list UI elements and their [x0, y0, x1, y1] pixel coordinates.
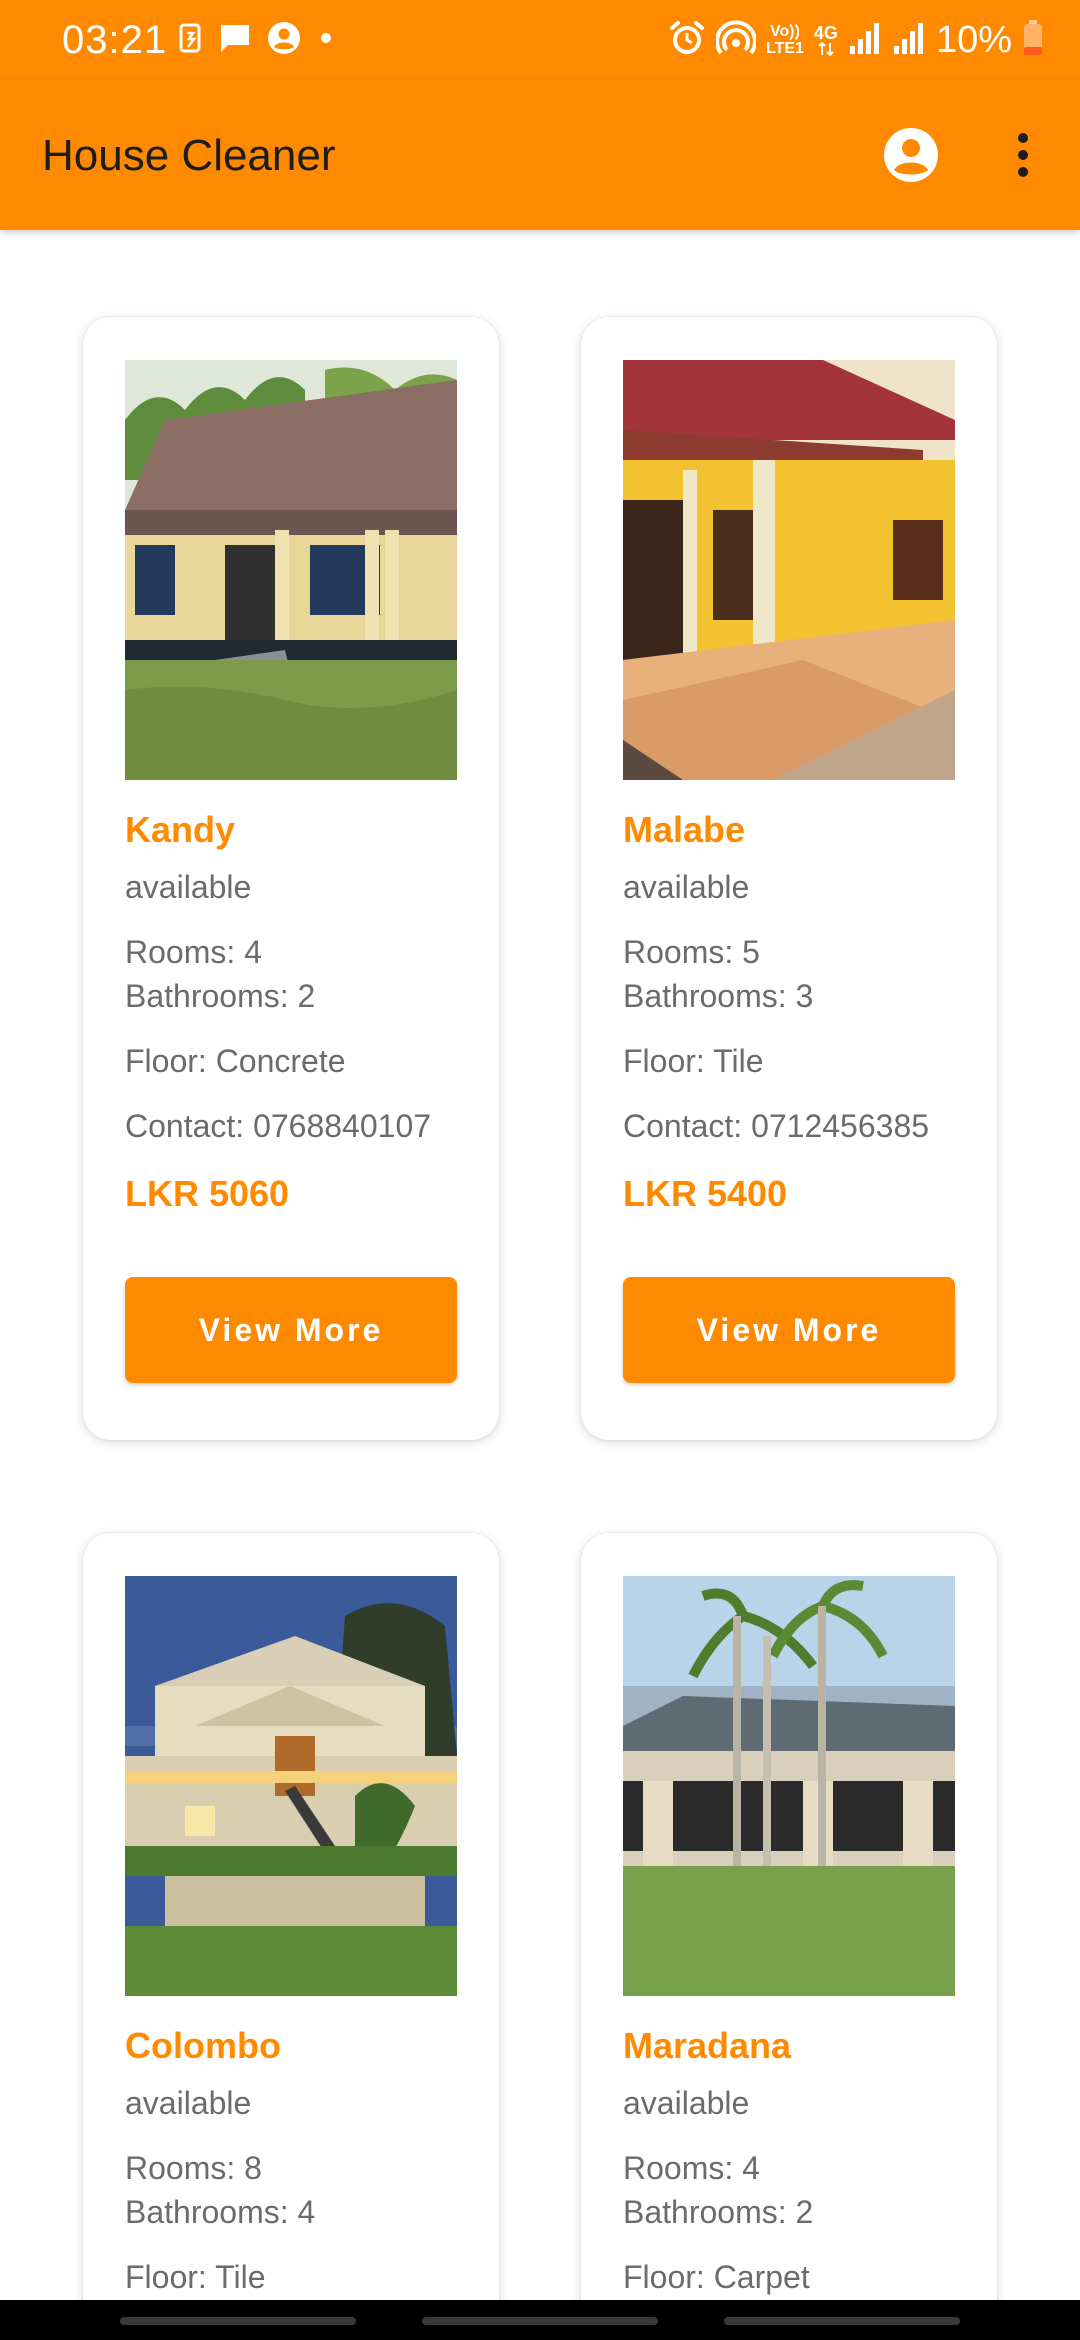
listing-city: Colombo [125, 2025, 281, 2066]
signal-icon-sim2 [892, 20, 926, 61]
listing-bathrooms: Bathrooms: 4 [125, 2194, 316, 2230]
listing-card[interactable]: Colombo available Rooms: 8 Bathrooms: 4 … [83, 1533, 499, 2340]
volte-indicator: Vo)) LTE1 [766, 23, 804, 57]
battery-icon [1022, 19, 1044, 62]
app-screen: 03:21 Vo)) LTE1 4G 10% House Cleaner Kan… [0, 0, 1080, 2340]
listing-contact: Contact: 0712456385 [623, 1108, 930, 1144]
house-photo [623, 1576, 955, 1996]
status-time: 03:21 [62, 18, 168, 62]
listing-rooms: Rooms: 8 [125, 2150, 262, 2186]
listing-card[interactable]: Maradana available Rooms: 4 Bathrooms: 2… [581, 1533, 997, 2340]
data-arrows-icon [818, 42, 834, 56]
listing-rooms: Rooms: 4 [125, 934, 262, 970]
listing-floor: Floor: Carpet [623, 2259, 810, 2295]
listing-price: LKR 5060 [125, 1173, 290, 1214]
listing-status: available [623, 869, 750, 905]
network-type-label: 4G [813, 23, 838, 43]
status-bar: 03:21 Vo)) LTE1 4G 10% [0, 0, 1080, 80]
listing-bathrooms: Bathrooms: 2 [125, 978, 316, 1014]
view-more-button[interactable]: View More [623, 1277, 955, 1383]
listing-contact: Contact: 0768840107 [125, 1108, 432, 1144]
listing-status: available [125, 2085, 252, 2121]
listing-rooms: Rooms: 5 [623, 934, 760, 970]
house-photo [125, 1576, 457, 1996]
recents-button[interactable] [120, 2317, 356, 2325]
overflow-menu-button[interactable] [1004, 124, 1042, 186]
account-button[interactable] [880, 124, 942, 186]
listing-floor: Floor: Tile [623, 1043, 764, 1079]
listing-city: Malabe [623, 809, 746, 850]
listing-city: Maradana [623, 2025, 792, 2066]
account-circle-icon [884, 128, 938, 182]
house-photo [623, 360, 955, 780]
listing-city: Kandy [125, 809, 236, 850]
listing-bathrooms: Bathrooms: 2 [623, 2194, 814, 2230]
message-icon [218, 21, 252, 60]
battery-percent: 10% [935, 19, 1012, 61]
back-button[interactable] [724, 2317, 960, 2325]
network-type-indicator: 4G [814, 24, 838, 56]
listing-status: available [125, 869, 252, 905]
alarm-icon [668, 19, 706, 62]
data-saver-icon [178, 21, 204, 60]
system-icons: Vo)) LTE1 4G 10% [668, 12, 1044, 68]
listing-bathrooms: Bathrooms: 3 [623, 978, 814, 1014]
app-title: House Cleaner [42, 131, 336, 180]
view-more-button[interactable]: View More [125, 1277, 457, 1383]
listing-card[interactable]: Malabe available Rooms: 5 Bathrooms: 3 F… [581, 317, 997, 1440]
listing-rooms: Rooms: 4 [623, 2150, 760, 2186]
listing-status: available [623, 2085, 750, 2121]
system-navigation-bar [0, 2300, 1080, 2340]
listing-price: LKR 5400 [623, 1173, 788, 1214]
listing-floor: Floor: Tile [125, 2259, 266, 2295]
account-circle-icon [266, 20, 302, 61]
home-button[interactable] [422, 2317, 658, 2325]
listing-floor: Floor: Concrete [125, 1043, 346, 1079]
notification-icons [178, 20, 336, 60]
notification-dot-icon [316, 28, 336, 53]
volte-label: Vo)) [769, 23, 800, 40]
hotspot-icon [715, 19, 757, 62]
signal-icon [848, 20, 882, 61]
house-photo [125, 360, 457, 780]
lte-label: LTE1 [765, 40, 804, 57]
app-bar: House Cleaner [0, 80, 1080, 230]
more-vert-icon [1018, 133, 1028, 177]
listing-card[interactable]: Kandy available Rooms: 4 Bathrooms: 2 Fl… [83, 317, 499, 1440]
